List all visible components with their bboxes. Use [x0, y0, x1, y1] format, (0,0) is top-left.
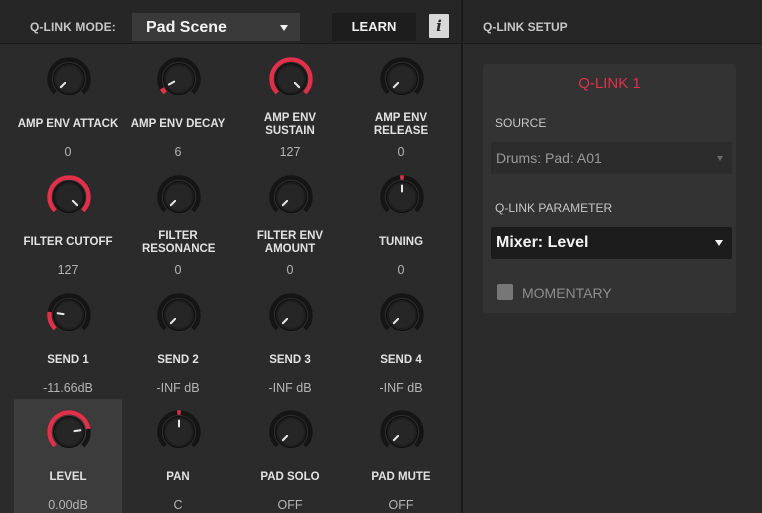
- qlink-parameter-value: Mixer: Level: [496, 234, 589, 251]
- panel-divider: [461, 0, 463, 513]
- qlink-number-title: Q-LINK 1: [578, 75, 641, 92]
- chevron-down-icon: [280, 25, 288, 31]
- knob-send-2[interactable]: [156, 292, 202, 338]
- momentary-label: MOMENTARY: [522, 285, 612, 301]
- knob-cell-pad-solo[interactable]: PAD SOLO OFF: [236, 399, 344, 513]
- knob-pan[interactable]: [156, 409, 202, 455]
- knob-value: OFF: [388, 498, 414, 512]
- knob-amp-env-attack[interactable]: [46, 56, 92, 102]
- knob-cell-filter-env-amount[interactable]: FILTER ENV AMOUNT 0: [236, 164, 344, 280]
- knob-pad-mute[interactable]: [379, 409, 425, 455]
- knob-label: PAD SOLO: [260, 471, 320, 483]
- knob-cell-amp-env-attack[interactable]: AMP ENV ATTACK 0: [14, 46, 122, 162]
- knob-cell-pad-mute[interactable]: PAD MUTE OFF: [347, 399, 455, 513]
- knob-label: PAD MUTE: [371, 471, 431, 483]
- momentary-checkbox[interactable]: MOMENTARY: [497, 284, 647, 304]
- knob-value: 0: [286, 263, 294, 277]
- knob-label: AMP ENV DECAY: [130, 118, 226, 130]
- qlink-setup-title: Q-LINK SETUP: [483, 20, 568, 34]
- knob-send-1[interactable]: [46, 292, 92, 338]
- knob-amp-env-release[interactable]: [379, 56, 425, 102]
- knob-label: SEND 4: [380, 354, 422, 366]
- knob-value: 0: [174, 263, 182, 277]
- knob-label: AMP ENV SUSTAIN: [263, 112, 317, 137]
- knob-cell-send-1[interactable]: SEND 1 -11.66dB: [14, 282, 122, 398]
- chevron-down-icon: [717, 156, 723, 161]
- knob-filter-env-amount[interactable]: [268, 174, 314, 220]
- knob-value: OFF: [277, 498, 303, 512]
- qlink-setup-panel: Q-LINK 1 SOURCE Drums: Pad: A01 Q-LINK P…: [483, 64, 736, 313]
- checkbox-icon: [497, 284, 513, 300]
- knob-label: LEVEL: [49, 471, 87, 483]
- knob-cell-send-2[interactable]: SEND 2 -INF dB: [124, 282, 232, 398]
- info-icon[interactable]: i: [429, 14, 449, 38]
- qlink-parameter-dropdown[interactable]: Mixer: Level: [491, 227, 732, 259]
- knob-cell-filter-cutoff[interactable]: FILTER CUTOFF 127: [14, 164, 122, 280]
- knob-tuning[interactable]: [379, 174, 425, 220]
- knob-label: SEND 3: [269, 354, 311, 366]
- knob-send-3[interactable]: [268, 292, 314, 338]
- knob-label: SEND 2: [157, 354, 199, 366]
- knob-label: PAN: [166, 471, 190, 483]
- knob-cell-amp-env-release[interactable]: AMP ENV RELEASE 0: [347, 46, 455, 162]
- knob-label: FILTER ENV AMOUNT: [256, 230, 324, 255]
- knob-cell-amp-env-decay[interactable]: AMP ENV DECAY 6: [124, 46, 232, 162]
- knob-send-4[interactable]: [379, 292, 425, 338]
- knob-amp-env-sustain[interactable]: [268, 56, 314, 102]
- knob-label: TUNING: [378, 236, 424, 248]
- knob-value: 0.00dB: [48, 498, 88, 512]
- source-value: Drums: Pad: A01: [496, 150, 602, 166]
- qlink-mode-dropdown[interactable]: Pad Scene: [132, 13, 300, 41]
- knob-label: AMP ENV RELEASE: [373, 112, 429, 137]
- knob-cell-level[interactable]: LEVEL 0.00dB: [14, 399, 122, 513]
- knob-value: 6: [174, 145, 182, 159]
- chevron-down-icon: [715, 240, 723, 246]
- knob-value: -INF dB: [379, 381, 423, 395]
- knob-cell-pan[interactable]: PAN C: [124, 399, 232, 513]
- top-bar: Q-LINK MODE: Pad Scene LEARN i Q-LINK SE…: [0, 0, 762, 44]
- qlink-mode-label: Q-LINK MODE:: [30, 20, 116, 34]
- knob-level[interactable]: [46, 409, 92, 455]
- knob-value: 0: [397, 263, 405, 277]
- knob-cell-send-4[interactable]: SEND 4 -INF dB: [347, 282, 455, 398]
- knob-pad-solo[interactable]: [268, 409, 314, 455]
- knob-value: 127: [279, 145, 301, 159]
- knob-value: 0: [397, 145, 405, 159]
- knob-cell-filter-resonance[interactable]: FILTER RESONANCE 0: [124, 164, 232, 280]
- knob-label: FILTER CUTOFF: [23, 236, 113, 248]
- knob-cell-amp-env-sustain[interactable]: AMP ENV SUSTAIN 127: [236, 46, 344, 162]
- knob-value: 0: [64, 145, 72, 159]
- knob-filter-resonance[interactable]: [156, 174, 202, 220]
- knob-cell-tuning[interactable]: TUNING 0: [347, 164, 455, 280]
- source-dropdown[interactable]: Drums: Pad: A01: [491, 142, 732, 174]
- knob-label: SEND 1: [47, 354, 89, 366]
- knob-label: FILTER RESONANCE: [142, 230, 216, 255]
- knob-cell-send-3[interactable]: SEND 3 -INF dB: [236, 282, 344, 398]
- knob-filter-cutoff[interactable]: [46, 174, 92, 220]
- knob-grid: AMP ENV ATTACK 0 AMP ENV DECAY 6 AMP ENV SUS…: [14, 46, 454, 513]
- knob-value: C: [173, 498, 183, 512]
- knob-value: -11.66dB: [43, 381, 93, 395]
- knob-label: AMP ENV ATTACK: [17, 118, 119, 130]
- knob-value: -INF dB: [268, 381, 312, 395]
- knob-value: -INF dB: [156, 381, 200, 395]
- knob-amp-env-decay[interactable]: [156, 56, 202, 102]
- knob-value: 127: [57, 263, 79, 277]
- learn-button[interactable]: LEARN: [332, 13, 416, 41]
- qlink-mode-value: Pad Scene: [146, 19, 227, 36]
- qlink-parameter-label: Q-LINK PARAMETER: [495, 201, 613, 215]
- source-label: SOURCE: [495, 116, 547, 130]
